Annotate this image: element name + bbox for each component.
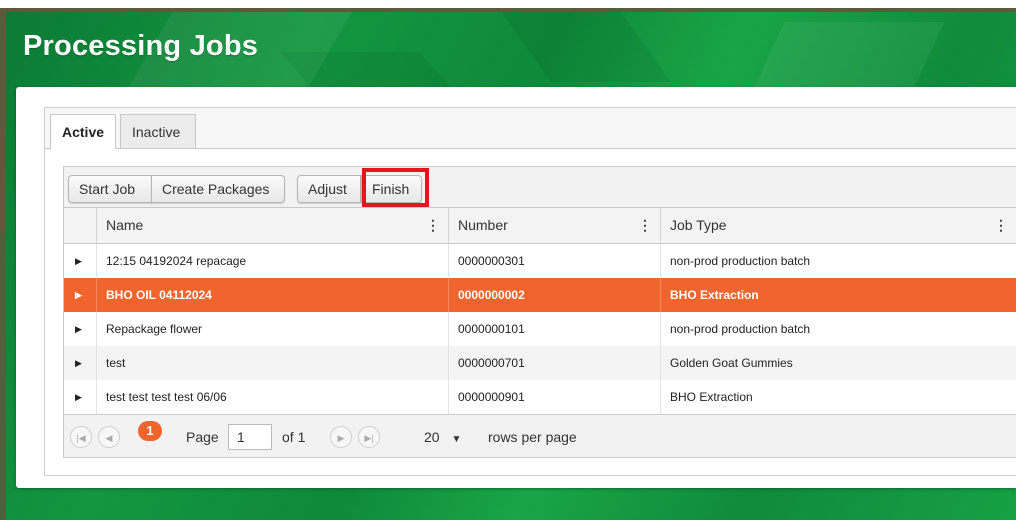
page-label: Page: [186, 429, 219, 445]
table-row[interactable]: ▶ test test test test 06/06 0000000901 B…: [64, 380, 1016, 414]
of-pages-label: of 1: [282, 429, 306, 445]
chevron-down-icon: ▼: [451, 434, 462, 445]
expand-arrow-icon[interactable]: ▶: [75, 346, 82, 380]
table-row[interactable]: ▶ test 0000000701 Golden Goat Gummies: [64, 346, 1016, 380]
table-header: Name ⋮ Number ⋮ Job Type ⋮: [64, 208, 1016, 244]
tab-active[interactable]: Active: [50, 114, 116, 149]
adjust-button[interactable]: Adjust: [297, 175, 361, 203]
cell-job-type: non-prod production batch: [660, 312, 1016, 346]
table-row[interactable]: ▶ Repackage flower 0000000101 non-prod p…: [64, 312, 1016, 346]
tab-bar: Active Inactive: [45, 108, 1016, 149]
create-packages-button[interactable]: Create Packages: [151, 175, 285, 203]
cell-number: 0000000701: [448, 346, 660, 380]
cell-number: 0000000101: [448, 312, 660, 346]
banner-decoration: [501, 12, 671, 82]
main-panel: Active Inactive Start Job Create Package…: [16, 87, 1016, 488]
last-page-icon[interactable]: ▶|: [358, 426, 380, 448]
current-page-badge[interactable]: 1: [138, 421, 162, 441]
page-size-value: 20: [424, 429, 440, 445]
first-page-icon[interactable]: |◀: [70, 426, 92, 448]
cell-job-type: BHO Extraction: [660, 278, 1016, 312]
column-header-label: Job Type: [670, 217, 727, 233]
expand-arrow-icon[interactable]: ▶: [75, 312, 82, 346]
start-job-button[interactable]: Start Job: [68, 175, 152, 203]
cell-number: 0000000301: [448, 244, 660, 278]
cell-name: test test test test 06/06: [96, 380, 448, 414]
cell-job-type: Golden Goat Gummies: [660, 346, 1016, 380]
column-menu-icon[interactable]: ⋮: [426, 208, 440, 243]
column-header-label: Number: [458, 217, 508, 233]
rows-per-page-label: rows per page: [488, 429, 577, 445]
column-header-number[interactable]: Number ⋮: [448, 208, 660, 243]
frame-border: Processing Jobs Active Inactive Start Jo…: [0, 8, 1016, 520]
pager: |◀ ◀ 1 Page 1 of 1 ▶ ▶| 20 ▼ rows per pa…: [64, 414, 1016, 457]
tab-inactive[interactable]: Inactive: [120, 114, 196, 148]
expand-arrow-icon[interactable]: ▶: [75, 380, 82, 414]
expand-arrow-icon[interactable]: ▶: [75, 278, 82, 312]
cell-name: BHO OIL 04112024: [96, 278, 448, 312]
column-menu-icon[interactable]: ⋮: [994, 208, 1008, 243]
table-row-selected[interactable]: ▶ BHO OIL 04112024 0000000002 BHO Extrac…: [64, 278, 1016, 312]
jobs-grid: Start Job Create Packages Adjust Finish …: [63, 166, 1016, 458]
cell-name: 12:15 04192024 repacage: [96, 244, 448, 278]
grid-toolbar: Start Job Create Packages Adjust Finish: [64, 167, 1016, 208]
cell-name: Repackage flower: [96, 312, 448, 346]
expand-column-header: [64, 208, 96, 243]
cell-job-type: BHO Extraction: [660, 380, 1016, 414]
page-title: Processing Jobs: [23, 30, 259, 62]
prev-page-icon[interactable]: ◀: [98, 426, 120, 448]
expand-arrow-icon[interactable]: ▶: [75, 244, 82, 278]
cell-number: 0000000901: [448, 380, 660, 414]
cell-job-type: non-prod production batch: [660, 244, 1016, 278]
column-header-label: Name: [106, 217, 144, 233]
page-size-select[interactable]: 20 ▼: [424, 426, 484, 448]
table-row[interactable]: ▶ 12:15 04192024 repacage 0000000301 non…: [64, 244, 1016, 278]
tab-container: Active Inactive Start Job Create Package…: [44, 107, 1016, 476]
cell-number: 0000000002: [448, 278, 660, 312]
next-page-icon[interactable]: ▶: [330, 426, 352, 448]
finish-highlight-box: [362, 168, 429, 207]
cell-name: test: [96, 346, 448, 380]
column-header-name[interactable]: Name ⋮: [96, 208, 448, 243]
page-input[interactable]: 1: [228, 424, 272, 450]
column-menu-icon[interactable]: ⋮: [638, 208, 652, 243]
column-header-job-type[interactable]: Job Type ⋮: [660, 208, 1016, 243]
